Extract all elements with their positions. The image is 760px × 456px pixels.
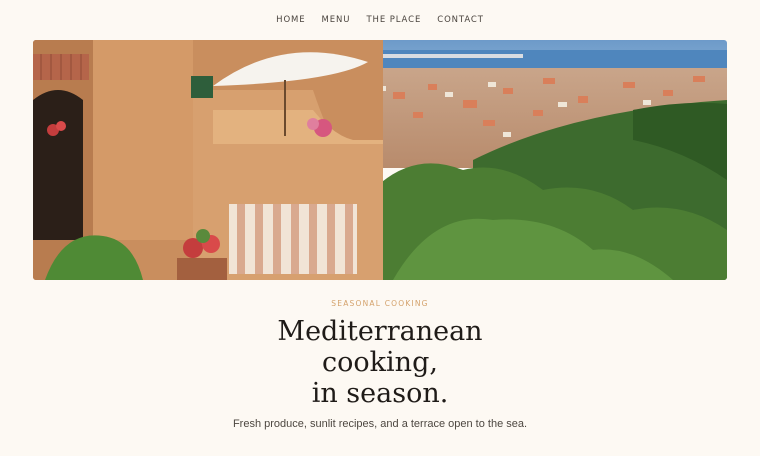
nav-menu-link[interactable]: MENU (322, 15, 351, 25)
nav-home-link[interactable]: HOME (276, 15, 305, 25)
nav-contact-link[interactable]: CONTACT (437, 15, 484, 25)
hero-image (33, 40, 727, 280)
page-title-line: in season. (311, 378, 449, 409)
top-nav: HOME MENU THE PLACE CONTACT (0, 0, 760, 40)
page-title: Mediterranean cooking, in season. (0, 316, 760, 409)
page-title-line: cooking, (322, 347, 438, 378)
section-eyebrow: SEASONAL COOKING (331, 299, 429, 308)
page-subtitle: Fresh produce, sunlit recipes, and a ter… (232, 418, 528, 430)
page-title-line: Mediterranean (277, 316, 483, 347)
terrace-sea-view-photo (33, 40, 727, 280)
nav-the-place-link[interactable]: THE PLACE (366, 15, 421, 25)
